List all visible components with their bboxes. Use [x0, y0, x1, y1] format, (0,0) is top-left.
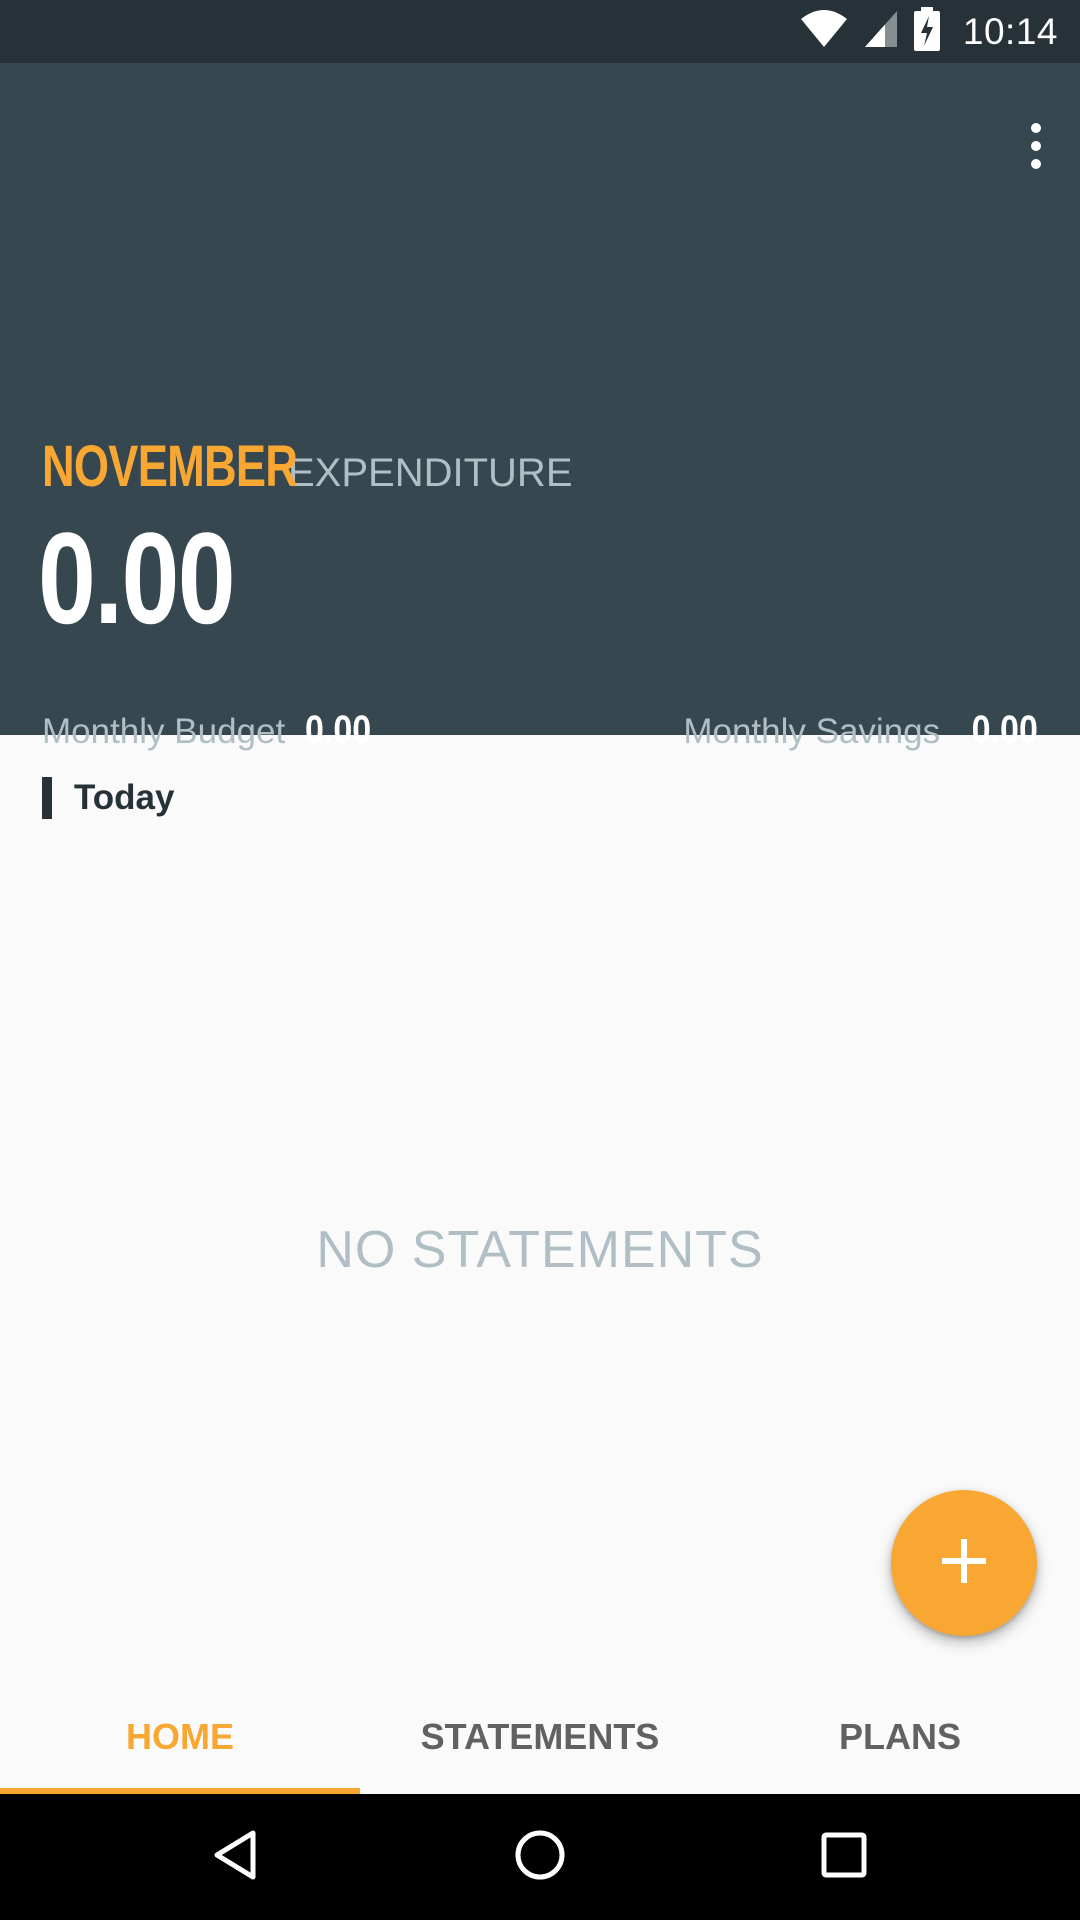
section-header-today: Today [42, 776, 174, 820]
expenditure-amount: 0.00 [38, 505, 236, 651]
system-nav-bar [0, 1794, 1080, 1920]
plus-icon [940, 1537, 988, 1590]
status-time: 10:14 [962, 10, 1058, 52]
recents-button[interactable] [769, 1794, 919, 1920]
more-vert-dot [1031, 141, 1041, 151]
section-marker [42, 777, 52, 819]
tab-home-label: HOME [126, 1716, 234, 1757]
monthly-savings: Monthly Savings 0.00 [683, 708, 1038, 753]
monthly-savings-label: Monthly Savings [683, 712, 941, 751]
more-vert-dot [1031, 159, 1041, 169]
tab-plans[interactable]: PLANS [720, 1680, 1080, 1794]
tab-statements-label: STATEMENTS [420, 1716, 660, 1757]
tab-home[interactable]: HOME [0, 1680, 360, 1794]
recents-icon [821, 1832, 867, 1883]
cell-signal-icon [863, 9, 899, 54]
status-icons: 10:14 [799, 0, 1058, 63]
home-icon [514, 1829, 566, 1886]
more-options-button[interactable] [1008, 103, 1064, 189]
bottom-tab-bar: HOME STATEMENTS PLANS [0, 1680, 1080, 1794]
monthly-budget: Monthly Budget 0.00 [42, 708, 383, 753]
month-label: NOVEMBER [42, 434, 298, 499]
section-title: Today [74, 778, 175, 817]
status-bar: 10:14 [0, 0, 1080, 63]
tab-statements[interactable]: STATEMENTS [360, 1680, 720, 1794]
tab-plans-label: PLANS [838, 1716, 961, 1757]
monthly-budget-value: 0.00 [305, 708, 372, 752]
back-button[interactable] [160, 1794, 310, 1920]
wifi-icon [799, 9, 849, 54]
expenditure-header: NOVEMBER EXPENDITURE 0.00 Monthly Budget… [0, 63, 1080, 752]
back-icon [211, 1829, 259, 1886]
battery-charging-icon [913, 7, 941, 56]
monthly-savings-value: 0.00 [971, 708, 1038, 752]
empty-state-message: NO STATEMENTS [316, 1221, 764, 1279]
add-statement-button[interactable] [891, 1490, 1037, 1636]
home-button[interactable] [465, 1794, 615, 1920]
more-vert-icon [1031, 123, 1041, 133]
expenditure-label: EXPENDITURE [288, 451, 573, 495]
month-title: NOVEMBER EXPENDITURE [42, 433, 573, 500]
monthly-budget-label: Monthly Budget [42, 712, 286, 751]
